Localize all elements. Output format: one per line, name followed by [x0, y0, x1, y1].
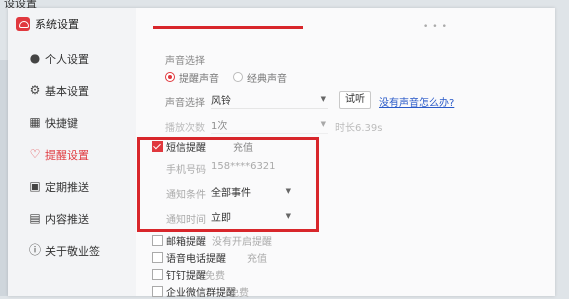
- chevron-down-icon: ▼: [320, 95, 326, 103]
- title-bar: 系统设置: [8, 8, 555, 38]
- email-reminder-label: 邮箱提醒: [166, 237, 206, 248]
- email-reminder-checkbox[interactable]: [152, 235, 163, 246]
- cloud-logo-icon: [16, 17, 30, 31]
- sound-section-label: 声音选择: [165, 56, 205, 67]
- menu-item-about[interactable]: ⓘ 关于敬业签: [8, 238, 136, 264]
- voice-reminder-label: 语音电话提醒: [166, 254, 226, 265]
- wecom-reminder-label: 企业微信群提醒: [166, 288, 236, 299]
- reminder-sound-label: 提醒声音: [179, 74, 219, 85]
- menu-item-basic[interactable]: ⚙ 基本设置: [8, 78, 136, 104]
- document-icon: ▤: [29, 211, 41, 225]
- radio-reminder-sound[interactable]: [165, 72, 175, 82]
- time-select[interactable]: 立即 ▼: [211, 209, 293, 225]
- wecom-reminder-checkbox[interactable]: [152, 286, 163, 297]
- phone-value: 158****6321: [211, 161, 276, 172]
- sound-select[interactable]: 风铃 ▼: [211, 92, 328, 109]
- sms-checkbox[interactable]: [152, 141, 163, 152]
- menu-item-shortcuts[interactable]: ▦ 快捷键: [8, 110, 136, 136]
- sound-select-label: 声音选择: [165, 98, 205, 109]
- chevron-down-icon: ▼: [285, 187, 291, 195]
- user-icon: ●: [29, 51, 41, 65]
- play-count-value: 1次: [211, 121, 228, 132]
- chevron-down-icon: ▼: [320, 120, 326, 128]
- voice-reminder-recharge[interactable]: 充值: [247, 250, 267, 265]
- more-dots-icon: •••: [423, 22, 451, 32]
- condition-select[interactable]: 全部事件 ▼: [211, 184, 293, 200]
- play-count-label: 播放次数: [165, 123, 205, 134]
- wecom-free-text: 免费: [229, 288, 249, 299]
- time-label: 通知时间: [166, 215, 206, 226]
- chevron-down-icon: ▼: [285, 212, 291, 220]
- sms-recharge-link[interactable]: 充值: [233, 139, 253, 154]
- condition-value: 全部事件: [211, 188, 251, 199]
- menu-label: 快捷键: [45, 117, 78, 130]
- menu-label: 提醒设置: [45, 149, 89, 162]
- menu-item-personal[interactable]: ● 个人设置: [8, 46, 136, 72]
- sms-label: 短信提醒: [166, 143, 206, 154]
- gear-icon: ⚙: [29, 83, 41, 97]
- menu-item-reminders[interactable]: ♡ 提醒设置: [8, 142, 136, 168]
- menu-item-scheduled-push[interactable]: ▣ 定期推送: [8, 174, 136, 200]
- duration-text: 时长6.39s: [335, 123, 383, 134]
- menu-label: 基本设置: [45, 85, 89, 98]
- info-icon: ⓘ: [29, 243, 42, 257]
- play-count-select[interactable]: 1次 ▼: [211, 117, 328, 134]
- bell-icon: ♡: [29, 147, 41, 161]
- condition-label: 通知条件: [166, 190, 206, 201]
- test-listen-button[interactable]: 试听: [339, 91, 371, 109]
- dingtalk-reminder-checkbox[interactable]: [152, 269, 163, 280]
- dingtalk-reminder-label: 钉钉提醒: [166, 271, 206, 282]
- menu-label: 个人设置: [45, 53, 89, 66]
- phone-label: 手机号码: [166, 165, 206, 176]
- menu-label: 定期推送: [45, 181, 89, 194]
- scroll-indicator: [153, 26, 303, 29]
- sound-select-value: 风铃: [211, 96, 231, 107]
- voice-reminder-checkbox[interactable]: [152, 252, 163, 263]
- window-title: 系统设置: [35, 18, 79, 31]
- email-reminder-extra: 没有开启提醒: [212, 237, 272, 248]
- no-sound-help-link[interactable]: 没有声音怎么办?: [379, 94, 454, 109]
- dingtalk-free-text: 免费: [205, 271, 225, 282]
- menu-label: 内容推送: [45, 213, 89, 226]
- calendar-icon: ▣: [29, 179, 41, 193]
- menu-item-content-push[interactable]: ▤ 内容推送: [8, 206, 136, 232]
- classic-sound-label: 经典声音: [247, 74, 287, 85]
- radio-classic-sound[interactable]: [233, 72, 243, 82]
- menu-label: 关于敬业签: [45, 245, 100, 258]
- desktop-strip: [0, 60, 8, 296]
- keyboard-icon: ▦: [29, 115, 41, 129]
- time-value: 立即: [211, 213, 231, 224]
